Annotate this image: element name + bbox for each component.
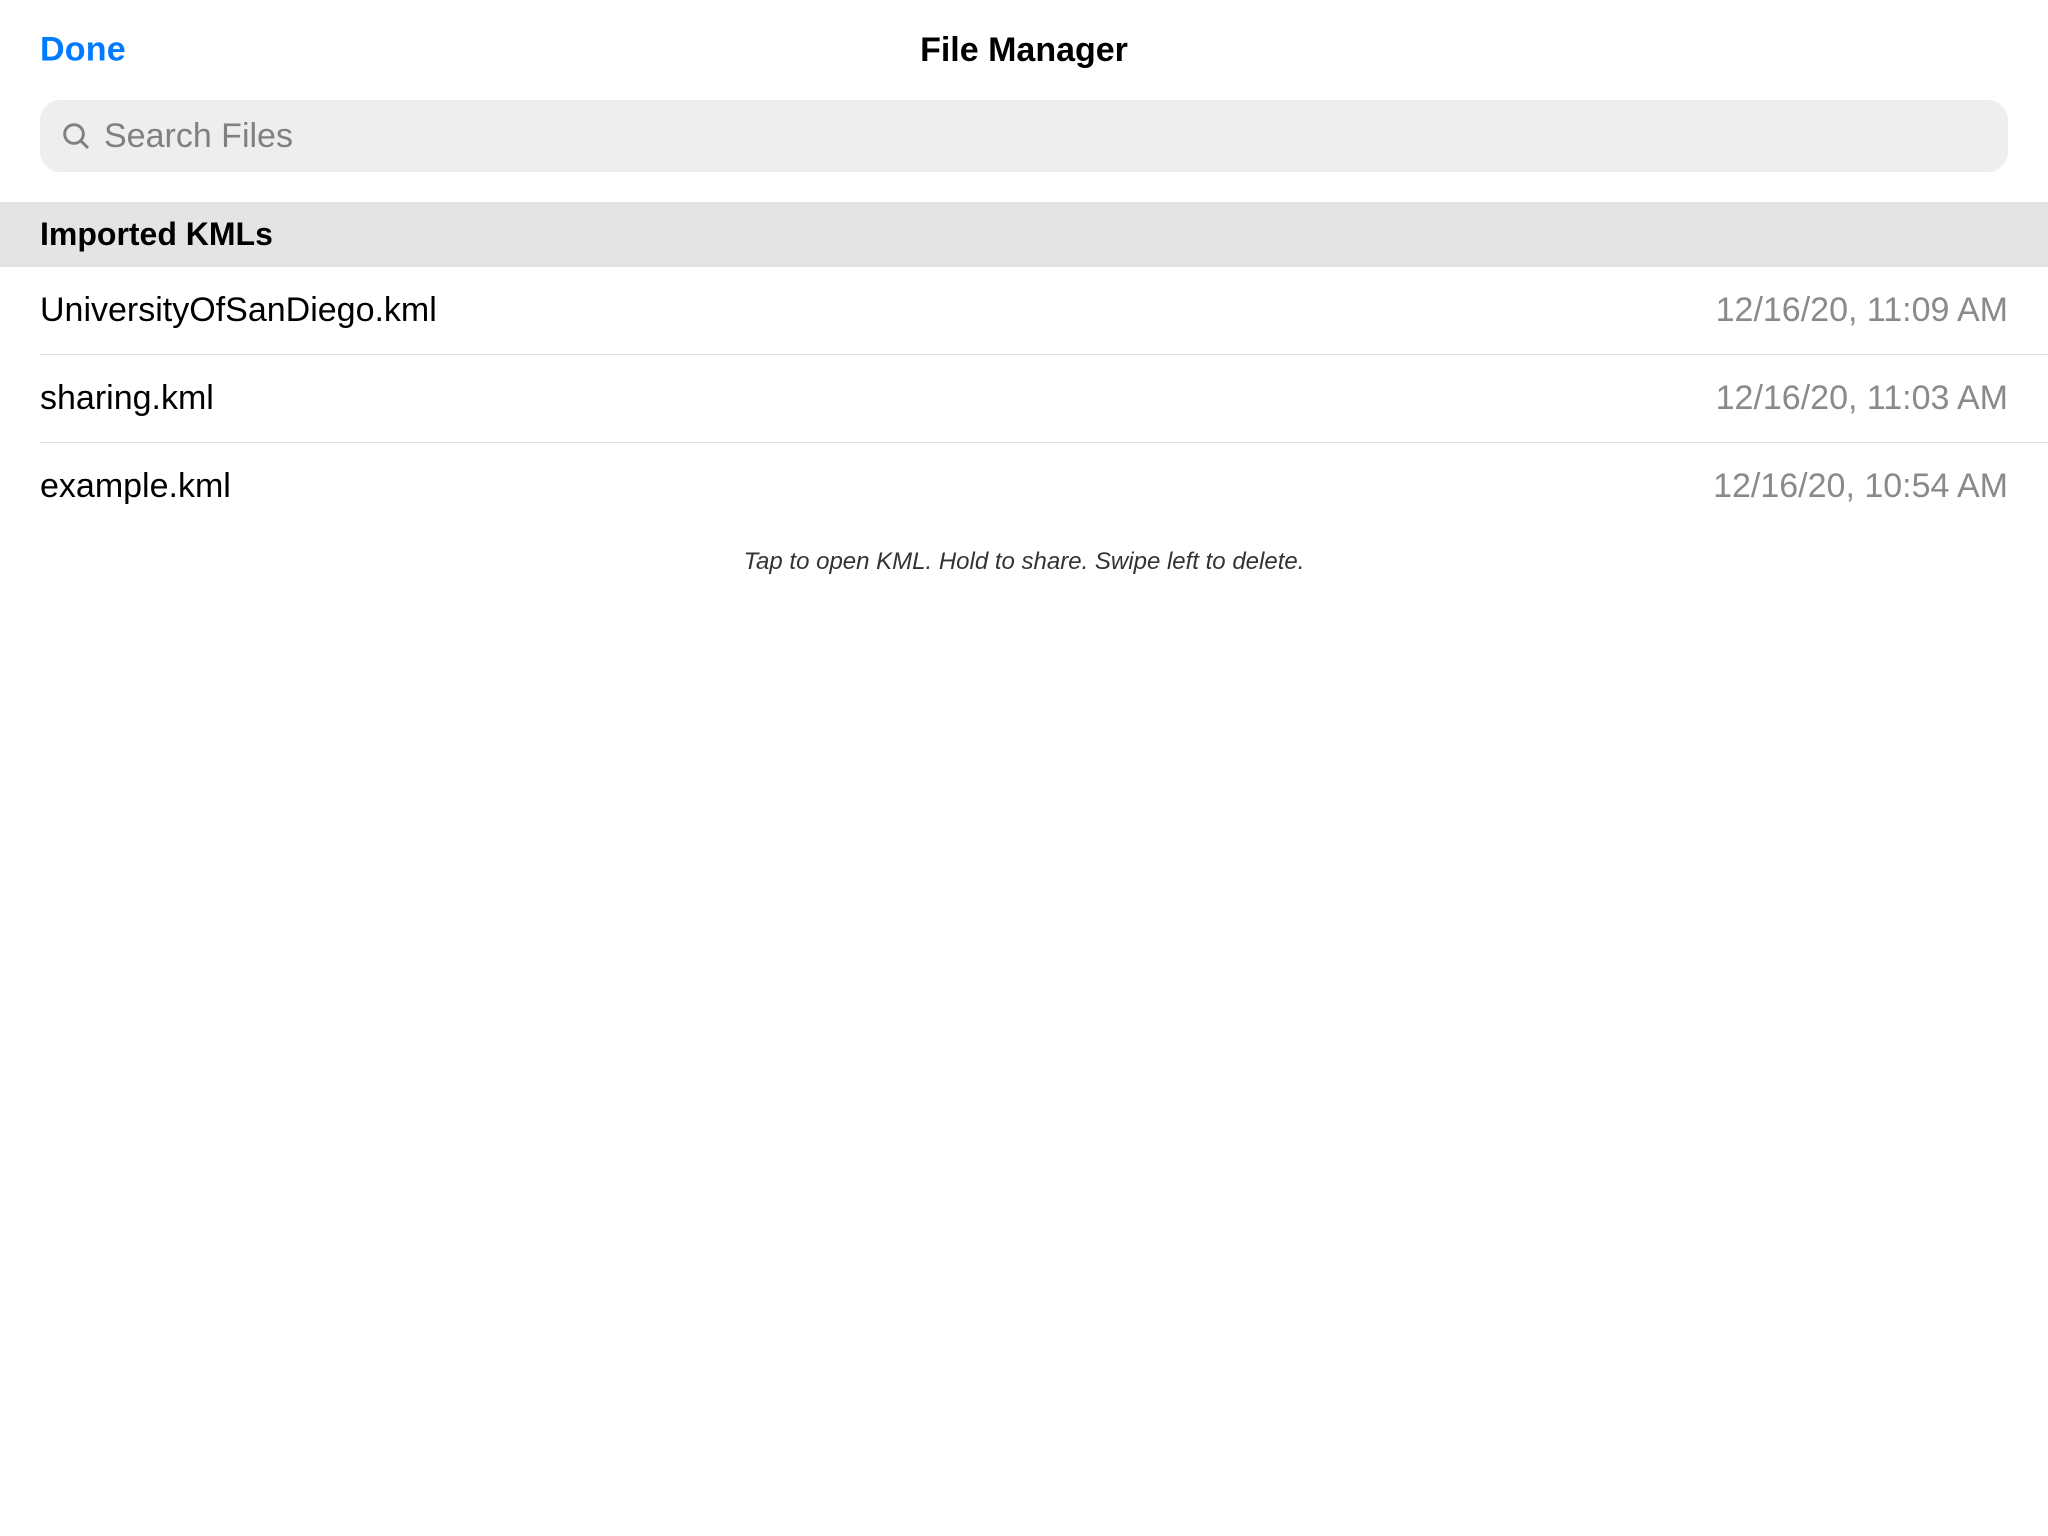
list-item[interactable]: UniversityOfSanDiego.kml 12/16/20, 11:09… <box>0 267 2048 355</box>
page-title: File Manager <box>920 31 1128 70</box>
header-bar: Done File Manager <box>0 0 2048 100</box>
file-list: UniversityOfSanDiego.kml 12/16/20, 11:09… <box>0 267 2048 530</box>
file-name: UniversityOfSanDiego.kml <box>40 291 437 330</box>
hint-text: Tap to open KML. Hold to share. Swipe le… <box>0 530 2048 594</box>
section-header-imported-kmls: Imported KMLs <box>0 202 2048 267</box>
file-date: 12/16/20, 11:03 AM <box>1716 379 2008 418</box>
list-item[interactable]: sharing.kml 12/16/20, 11:03 AM <box>0 355 2048 443</box>
search-icon <box>60 120 92 152</box>
search-container <box>0 100 2048 202</box>
list-item[interactable]: example.kml 12/16/20, 10:54 AM <box>0 443 2048 530</box>
done-button[interactable]: Done <box>40 31 126 70</box>
file-name: example.kml <box>40 467 231 506</box>
search-field[interactable] <box>40 100 2008 172</box>
file-date: 12/16/20, 11:09 AM <box>1716 291 2008 330</box>
file-date: 12/16/20, 10:54 AM <box>1713 467 2008 506</box>
file-name: sharing.kml <box>40 379 214 418</box>
search-input[interactable] <box>104 117 1988 156</box>
